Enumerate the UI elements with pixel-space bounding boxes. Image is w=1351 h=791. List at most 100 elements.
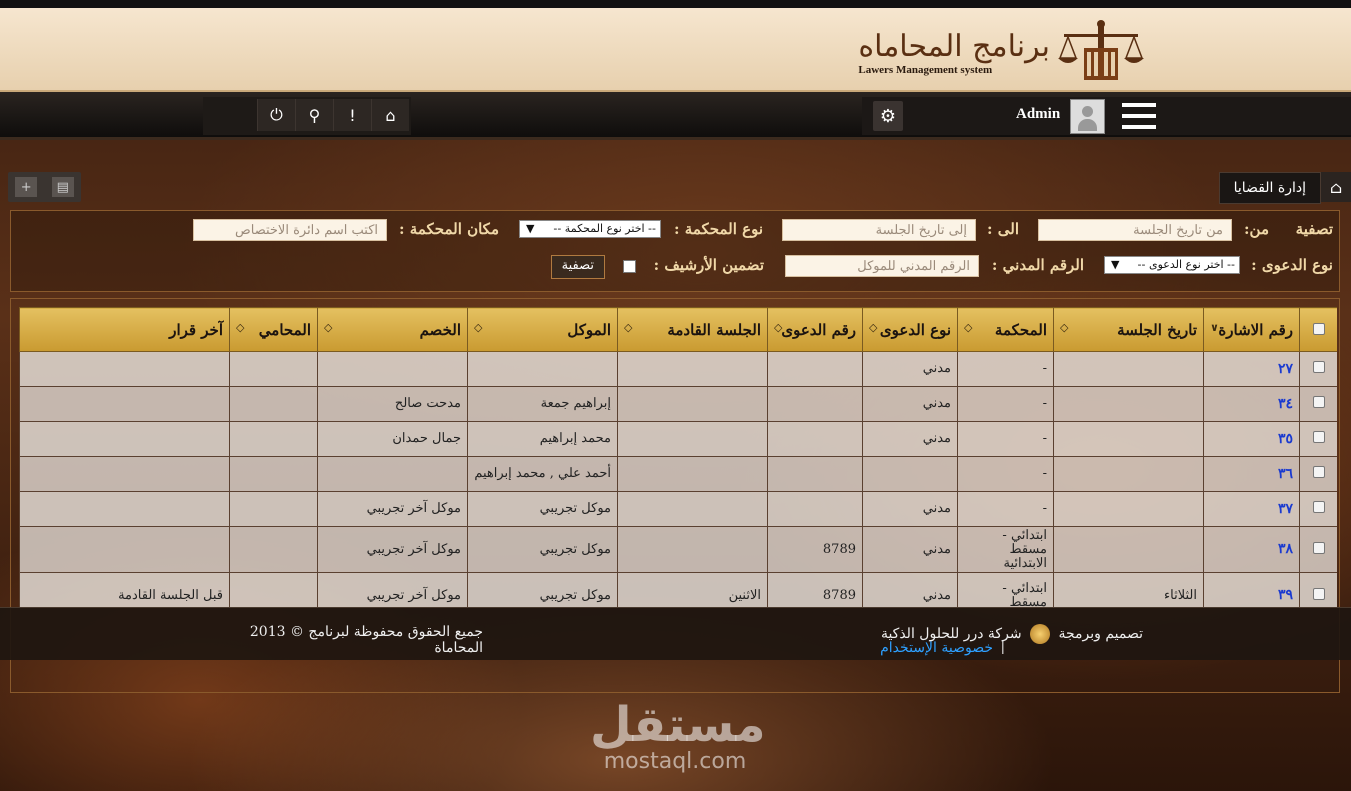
user-name[interactable]: Admin <box>1016 106 1060 123</box>
row-select-cell[interactable] <box>1299 456 1337 492</box>
cell-ref[interactable]: ٣٧ <box>1203 491 1300 527</box>
sort-icon: ◇ <box>774 321 783 334</box>
search-icon[interactable]: ⚲ <box>295 99 333 131</box>
info-icon[interactable]: ! <box>333 99 371 131</box>
table-row[interactable]: ٣٤ - مدني إبراهيم جمعة مدحت صالح <box>19 386 1337 422</box>
cell-next-session <box>617 386 768 422</box>
cell-ref[interactable]: ٣٦ <box>1203 456 1300 492</box>
chevron-down-icon: ▼ <box>1111 258 1120 271</box>
cell-court: - <box>957 421 1054 457</box>
table-row[interactable]: ٣٨ ابتدائي - مسقط الابتدائية مدني 8789 موكل … <box>19 526 1337 573</box>
col-header-court[interactable]: المحكمة ◇ <box>957 307 1054 352</box>
cell-court: - <box>957 456 1054 492</box>
table-row[interactable]: ٢٧ - مدني <box>19 351 1337 387</box>
row-select-cell[interactable] <box>1299 491 1337 527</box>
court-type-select[interactable]: -- اختر نوع المحكمة -- ▼ <box>519 220 661 238</box>
row-checkbox[interactable] <box>1312 361 1325 373</box>
select-all-checkbox[interactable] <box>1312 322 1325 335</box>
court-place-input[interactable]: اكتب اسم دائرة الاختصاص <box>193 219 387 241</box>
gear-icon[interactable]: ⚙ <box>873 101 903 131</box>
menu-icon[interactable] <box>1122 103 1156 129</box>
cases-table: رقم الاشارة ∨ تاريخ الجلسة ◇ المحكمة ◇ نوع … <box>19 307 1337 607</box>
breadcrumb-home-icon[interactable]: ⌂ <box>1321 172 1351 202</box>
case-ref-link[interactable]: ٣٥ <box>1278 431 1293 447</box>
col-header-last-decision[interactable]: آخر قرار <box>19 307 230 352</box>
cell-ref[interactable]: ٣٨ <box>1203 526 1300 573</box>
home-icon[interactable]: ⌂ <box>371 99 409 131</box>
col-header-lawyer[interactable]: المحامي ◇ <box>229 307 318 352</box>
row-checkbox[interactable] <box>1312 501 1325 513</box>
watermark-ar: مستقل <box>590 697 766 753</box>
row-checkbox[interactable] <box>1312 431 1325 443</box>
row-checkbox[interactable] <box>1312 466 1325 478</box>
table-row[interactable]: ٣٧ - مدني موكل تجريبي موكل آخر تجريبي <box>19 491 1337 527</box>
col-header-client[interactable]: الموكل ◇ <box>467 307 618 352</box>
from-label: من: <box>1244 220 1269 238</box>
add-icon[interactable]: + <box>15 177 38 197</box>
col-header-case-no[interactable]: رقم الدعوى ◇ <box>767 307 863 352</box>
cell-case-type: مدني <box>862 386 958 422</box>
cell-next-session <box>617 526 768 573</box>
cell-opponent: جمال حمدان <box>317 421 468 457</box>
footer: تصميم وبرمجة شركة درر للحلول الذكية خصوص… <box>0 607 1351 660</box>
case-ref-link[interactable]: ٣٩ <box>1278 587 1293 603</box>
row-checkbox[interactable] <box>1312 541 1325 554</box>
cell-opponent <box>317 456 468 492</box>
cell-lawyer <box>229 572 318 607</box>
cell-ref[interactable]: ٢٧ <box>1203 351 1300 387</box>
case-ref-link[interactable]: ٣٦ <box>1278 466 1293 482</box>
case-ref-link[interactable]: ٣٤ <box>1278 396 1293 412</box>
col-header-session-date[interactable]: تاريخ الجلسة ◇ <box>1053 307 1204 352</box>
copyright-text: جميع الحقوق محفوظة لبرنامج © 2013 المحام… <box>249 624 483 656</box>
breadcrumb-current[interactable]: إدارة القضايا <box>1218 172 1321 204</box>
table-row[interactable]: ٣٩ الثلاثاء ابتدائي - مسقط مدني 8789 الاثنين م… <box>19 572 1337 607</box>
row-select-cell[interactable] <box>1299 526 1337 573</box>
civil-id-input[interactable]: الرقم المدني للموكل <box>785 255 979 277</box>
case-type-select[interactable]: -- اختر نوع الدعوى -- ▼ <box>1104 256 1240 274</box>
row-select-cell[interactable] <box>1299 421 1337 457</box>
case-ref-link[interactable]: ٣٧ <box>1278 501 1293 517</box>
cell-opponent <box>317 351 468 387</box>
power-icon[interactable]: ⏻ <box>257 99 295 131</box>
cell-session-date <box>1053 491 1204 527</box>
cell-ref[interactable]: ٣٤ <box>1203 386 1300 422</box>
to-date-input[interactable]: إلى تاريخ الجلسة <box>782 219 976 241</box>
cell-case-type: مدني <box>862 421 958 457</box>
archive-checkbox[interactable] <box>623 260 636 273</box>
company-logo-icon <box>1030 624 1050 644</box>
print-icon[interactable]: ▤ <box>51 177 74 197</box>
table-row[interactable]: ٣٦ - أحمد علي , محمد إبراهيم <box>19 456 1337 492</box>
col-header-opponent[interactable]: الخصم ◇ <box>317 307 468 352</box>
col-header-case-type[interactable]: نوع الدعوى ◇ <box>862 307 958 352</box>
cell-session-date <box>1053 421 1204 457</box>
row-checkbox[interactable] <box>1312 587 1325 600</box>
privacy-link[interactable]: خصوصية الإستخدام <box>880 640 993 656</box>
cell-case-type: مدني <box>862 351 958 387</box>
cell-last-decision <box>19 526 230 573</box>
scales-of-justice-icon <box>1056 18 1146 88</box>
case-ref-link[interactable]: ٣٨ <box>1278 541 1293 557</box>
cell-ref[interactable]: ٣٥ <box>1203 421 1300 457</box>
row-checkbox[interactable] <box>1312 396 1325 408</box>
cell-client: أحمد علي , محمد إبراهيم <box>467 456 618 492</box>
row-select-cell[interactable] <box>1299 351 1337 387</box>
cell-lawyer <box>229 456 318 492</box>
table-row[interactable]: ٣٥ - مدني محمد إبراهيم جمال حمدان <box>19 421 1337 457</box>
row-select-cell[interactable] <box>1299 572 1337 607</box>
cell-client: محمد إبراهيم <box>467 421 618 457</box>
cell-lawyer <box>229 491 318 527</box>
col-header-next-session[interactable]: الجلسة القادمة ◇ <box>617 307 768 352</box>
cell-next-session <box>617 421 768 457</box>
court-type-label: نوع المحكمة : <box>674 220 763 238</box>
cases-table-body: ٢٧- مدني ٣٤- مدني إبراهيم جمعة مدحت صالح ٣٥- مد… <box>19 351 1337 607</box>
sort-icon: ◇ <box>324 321 333 334</box>
row-select-cell[interactable] <box>1299 386 1337 422</box>
cell-ref[interactable]: ٣٩ <box>1203 572 1300 607</box>
app-logo[interactable]: برنامج المحاماه Lawers Management system <box>858 18 1146 88</box>
col-header-ref[interactable]: رقم الاشارة ∨ <box>1203 307 1300 352</box>
case-ref-link[interactable]: ٢٧ <box>1278 361 1293 377</box>
filter-button[interactable]: تصفية <box>550 255 605 279</box>
avatar[interactable] <box>1070 99 1105 134</box>
select-all-header[interactable] <box>1299 307 1337 352</box>
from-date-input[interactable]: من تاريخ الجلسة <box>1038 219 1232 241</box>
